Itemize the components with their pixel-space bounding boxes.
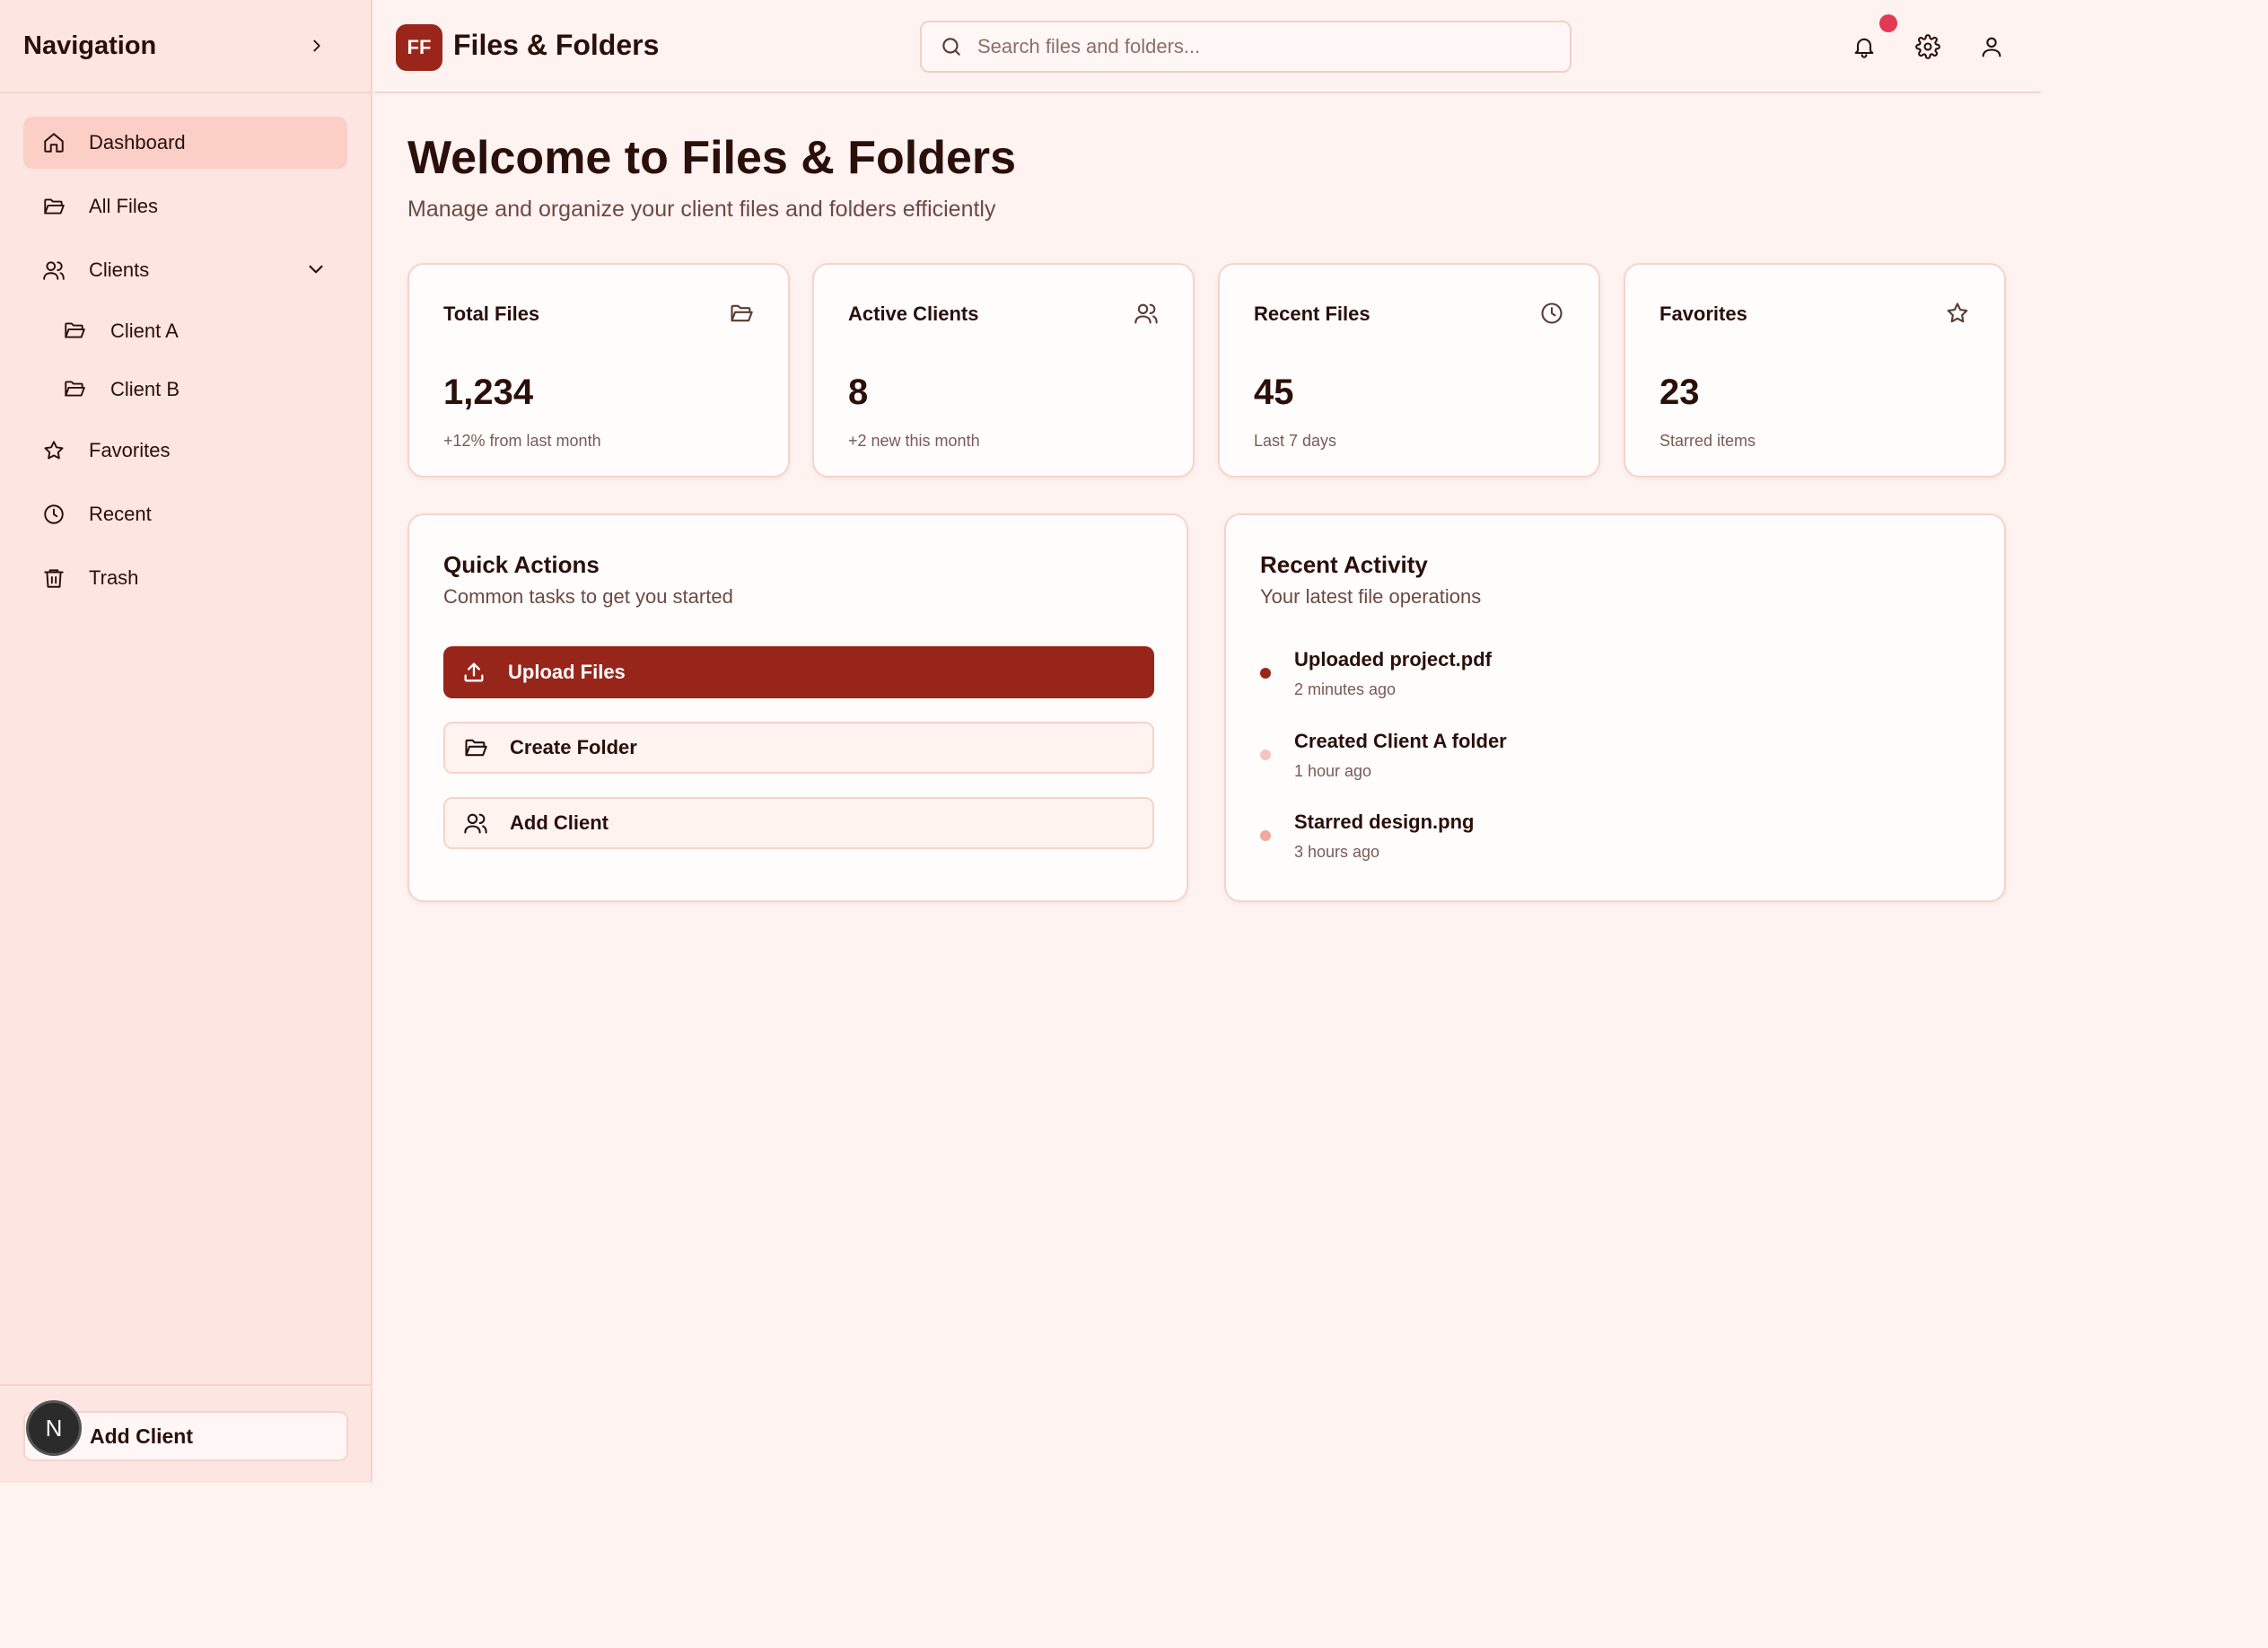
notification-badge (1879, 14, 1897, 32)
clock-icon (1539, 301, 1564, 326)
sidebar-item-dashboard[interactable]: Dashboard (23, 117, 347, 169)
stat-note: +2 new this month (848, 432, 980, 450)
gear-icon[interactable] (1910, 29, 1946, 65)
panel-title: Recent Activity (1260, 551, 1428, 578)
page-title: Welcome to Files & Folders (407, 132, 1017, 184)
stat-value: 23 (1659, 373, 1700, 412)
search-bar (920, 21, 1572, 73)
sidebar-item-client-b[interactable]: Client B (23, 366, 347, 413)
top-bar: FF Files & Folders (374, 0, 2041, 93)
stat-note: Starred items (1659, 432, 1756, 450)
bell-icon[interactable] (1846, 29, 1882, 65)
sidebar-header: Navigation (0, 0, 371, 93)
sidebar-item-all-files[interactable]: All Files (23, 180, 347, 232)
quick-actions-panel: Quick Actions Common tasks to get you st… (407, 513, 1188, 902)
sidebar-nav: Dashboard All Files Clients Client A Cli… (0, 93, 371, 604)
sidebar-item-label: Favorites (89, 439, 171, 461)
sidebar-item-favorites[interactable]: Favorites (23, 425, 347, 477)
stat-card-active-clients: Active Clients 8 +2 new this month (812, 263, 1195, 478)
button-label: Create Folder (510, 736, 637, 758)
users-icon (463, 811, 488, 836)
add-client-button[interactable]: Add Client (443, 797, 1154, 849)
sidebar-title: Navigation (23, 31, 157, 60)
stat-card-favorites: Favorites 23 Starred items (1624, 263, 2006, 478)
sidebar-item-label: All Files (89, 195, 159, 217)
clock-icon (41, 502, 66, 527)
activity-dot (1260, 749, 1271, 760)
sidebar-item-client-a[interactable]: Client A (23, 308, 347, 355)
folder-icon (63, 319, 88, 344)
sidebar-toggle-chevron-right-icon[interactable] (299, 28, 335, 64)
star-icon (41, 438, 66, 463)
activity-title: Uploaded project.pdf (1294, 648, 1492, 671)
activity-dot (1260, 668, 1271, 679)
folder-icon (729, 301, 754, 326)
sidebar-item-label: Trash (89, 566, 139, 589)
stat-value: 45 (1254, 373, 1294, 412)
activity-dot (1260, 830, 1271, 841)
panel-subtitle: Your latest file operations (1260, 585, 1482, 608)
sidebar: Navigation Dashboard All Files Clients C… (0, 0, 372, 1483)
sidebar-item-clients[interactable]: Clients (23, 244, 347, 296)
activity-time: 3 hours ago (1294, 843, 1380, 861)
search-input[interactable] (977, 35, 1516, 58)
users-icon (41, 258, 66, 283)
users-icon (1134, 301, 1159, 326)
upload-icon (461, 660, 486, 685)
star-icon (1945, 301, 1970, 326)
stat-note: Last 7 days (1254, 432, 1337, 450)
upload-files-button[interactable]: Upload Files (443, 646, 1154, 698)
panel-title: Quick Actions (443, 551, 600, 578)
user-icon[interactable] (1974, 29, 2010, 65)
folder-icon (63, 377, 88, 402)
stat-label: Total Files (443, 302, 540, 325)
sidebar-item-label: Recent (89, 503, 152, 525)
button-label: Add Client (510, 811, 609, 834)
sidebar-item-label: Clients (89, 259, 150, 281)
folder-icon (463, 735, 488, 760)
app-logo: FF (396, 24, 442, 71)
sidebar-item-label: Client B (110, 378, 180, 400)
search-icon (940, 35, 963, 58)
sidebar-item-recent[interactable]: Recent (23, 488, 347, 540)
activity-title: Starred design.png (1294, 811, 1475, 833)
home-icon (41, 130, 66, 155)
folder-icon (41, 194, 66, 219)
stat-label: Favorites (1659, 302, 1747, 325)
avatar[interactable]: N (26, 1400, 82, 1456)
stat-label: Active Clients (848, 302, 979, 325)
sidebar-item-label: Dashboard (89, 131, 186, 153)
app-title: Files & Folders (453, 29, 660, 61)
stat-note: +12% from last month (443, 432, 601, 450)
page-subtitle: Manage and organize your client files an… (407, 197, 996, 222)
button-label: Upload Files (508, 661, 626, 683)
chevron-down-icon[interactable] (304, 258, 329, 283)
stat-label: Recent Files (1254, 302, 1370, 325)
stat-card-total-files: Total Files 1,234 +12% from last month (407, 263, 790, 478)
recent-activity-panel: Recent Activity Your latest file operati… (1224, 513, 2006, 902)
create-folder-button[interactable]: Create Folder (443, 722, 1154, 774)
activity-time: 2 minutes ago (1294, 680, 1397, 698)
trash-icon (41, 565, 66, 591)
stat-value: 1,234 (443, 373, 534, 412)
sidebar-item-trash[interactable]: Trash (23, 552, 347, 604)
panel-subtitle: Common tasks to get you started (443, 585, 733, 608)
stat-card-recent-files: Recent Files 45 Last 7 days (1218, 263, 1600, 478)
stat-value: 8 (848, 373, 869, 412)
activity-title: Created Client A folder (1294, 730, 1507, 752)
activity-time: 1 hour ago (1294, 762, 1372, 780)
sidebar-item-label: Client A (110, 320, 179, 342)
